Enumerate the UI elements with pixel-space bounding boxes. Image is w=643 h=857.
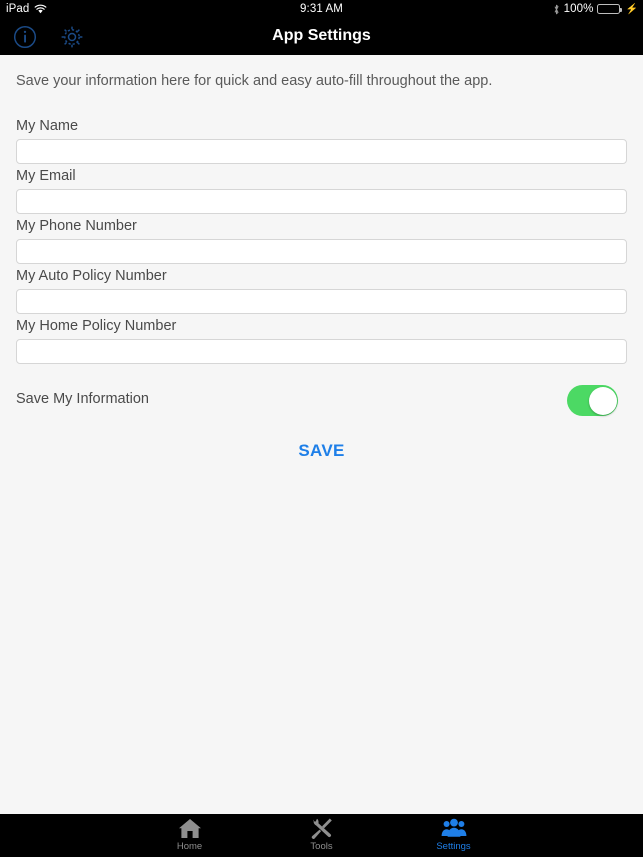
field-group-my-home-policy-number: My Home Policy Number — [16, 318, 627, 364]
field-group-my-phone-number: My Phone Number — [16, 218, 627, 264]
people-group-icon — [441, 817, 467, 839]
nav-bar: App Settings — [0, 18, 643, 55]
field-label: My Phone Number — [16, 218, 137, 234]
field-group-my-email: My Email — [16, 168, 627, 214]
field-label: My Email — [16, 168, 76, 184]
tab-bar: Home Tools Settings — [0, 814, 643, 857]
toggle-label: Save My Information — [16, 391, 149, 407]
tab-label: Tools — [310, 841, 333, 852]
field-label: My Auto Policy Number — [16, 268, 167, 284]
main-content: Save your information here for quick and… — [0, 55, 643, 814]
search-input-my-name[interactable] — [16, 139, 627, 164]
app-root: iPad 9:31 AM 100% ⚡ App Settings Save yo… — [0, 0, 643, 857]
field-group-my-auto-policy-number: My Auto Policy Number — [16, 268, 627, 314]
home-policy-field[interactable] — [16, 339, 627, 364]
status-bar-time: 9:31 AM — [300, 3, 343, 15]
page-title: App Settings — [272, 27, 371, 44]
save-my-information-toggle[interactable] — [567, 385, 618, 416]
house-icon — [178, 817, 202, 839]
save-button[interactable]: SAVE — [0, 441, 643, 461]
phone-field[interactable] — [16, 239, 627, 264]
tab-tools[interactable]: Tools — [286, 817, 358, 852]
field-label: My Home Policy Number — [16, 318, 177, 334]
battery-full-icon — [597, 4, 623, 14]
status-bar-right: 100% ⚡ — [553, 3, 638, 15]
field-label: My Name — [16, 118, 79, 134]
email-field[interactable] — [16, 189, 627, 214]
tab-home[interactable]: Home — [154, 817, 226, 852]
tab-label: Settings — [436, 841, 471, 852]
bluetooth-icon — [553, 4, 560, 15]
tab-settings[interactable]: Settings — [418, 817, 490, 852]
tab-label: Home — [176, 841, 203, 852]
intro-text: Save your information here for quick and… — [16, 73, 493, 89]
auto-policy-field[interactable] — [16, 289, 627, 314]
toggle-knob — [589, 386, 617, 415]
wrench-screwdriver-icon — [310, 817, 334, 839]
status-bar: iPad 9:31 AM 100% ⚡ — [0, 0, 643, 18]
battery-percent: 100% — [563, 3, 594, 15]
lightning-bolt-icon: ⚡ — [625, 3, 638, 15]
save-my-information-row: Save My Information — [16, 385, 627, 417]
field-group-my-name: My Name — [16, 118, 627, 164]
